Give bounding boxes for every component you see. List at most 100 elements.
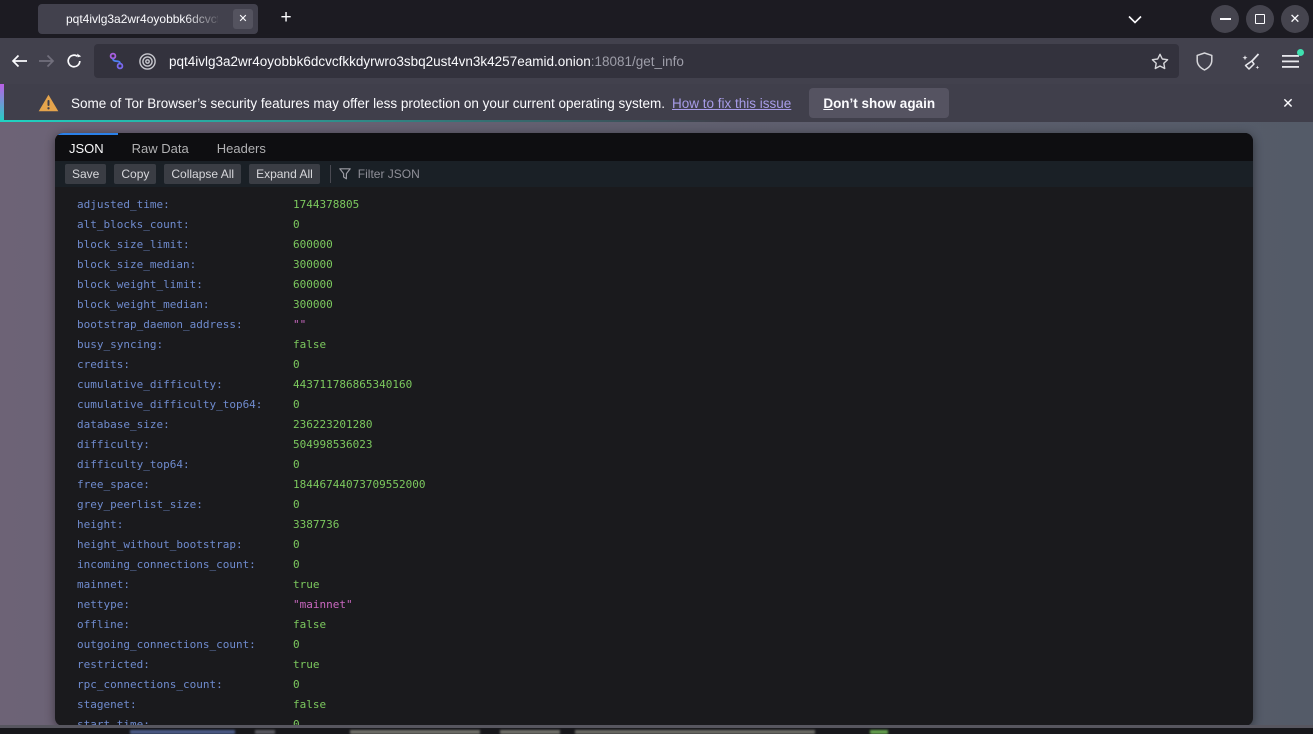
json-viewer-toolbar: Save Copy Collapse All Expand All xyxy=(55,161,1253,187)
json-value: 0 xyxy=(293,495,300,515)
json-value: "" xyxy=(293,315,306,335)
expand-all-button[interactable]: Expand All xyxy=(249,164,320,184)
json-row: incoming_connections_count:0 xyxy=(55,555,1253,575)
json-key: block_size_median: xyxy=(77,255,293,275)
json-key: outgoing_connections_count: xyxy=(77,635,293,655)
json-row: free_space:18446744073709552000 xyxy=(55,475,1253,495)
json-key: block_weight_limit: xyxy=(77,275,293,295)
forward-arrow-icon xyxy=(38,54,55,68)
json-row: restricted:true xyxy=(55,655,1253,675)
json-row: credits:0 xyxy=(55,355,1253,375)
json-row: database_size:236223201280 xyxy=(55,415,1253,435)
json-value: 0 xyxy=(293,455,300,475)
obscured-text-fragment xyxy=(575,730,815,734)
url-host: pqt4ivlg3a2wr4oyobbk6dcvcfkkdyrwro3sbq2u… xyxy=(169,54,591,69)
reload-button[interactable] xyxy=(63,45,86,77)
json-key: database_size: xyxy=(77,415,293,435)
json-row: block_weight_median:300000 xyxy=(55,295,1253,315)
json-row: mainnet:true xyxy=(55,575,1253,595)
update-available-dot xyxy=(1297,49,1304,56)
tab-raw-data[interactable]: Raw Data xyxy=(118,133,203,161)
minimize-button[interactable] xyxy=(1211,5,1239,33)
collapse-all-button[interactable]: Collapse All xyxy=(164,164,241,184)
url-port-path: :18081/get_info xyxy=(591,54,684,69)
json-row: bootstrap_daemon_address:"" xyxy=(55,315,1253,335)
json-value: 0 xyxy=(293,355,300,375)
hamburger-menu-icon xyxy=(1282,55,1299,68)
window-controls: ✕ xyxy=(1211,5,1309,33)
application-menu-button[interactable] xyxy=(1277,47,1305,75)
json-key: cumulative_difficulty_top64: xyxy=(77,395,293,415)
json-value: 0 xyxy=(293,675,300,695)
back-button[interactable] xyxy=(8,45,31,77)
url-bar[interactable]: pqt4ivlg3a2wr4oyobbk6dcvcfkkdyrwro3sbq2u… xyxy=(94,44,1179,78)
banner-close-button[interactable]: ✕ xyxy=(1275,90,1301,116)
json-key: alt_blocks_count: xyxy=(77,215,293,235)
new-tab-button[interactable]: + xyxy=(272,5,300,33)
json-value: false xyxy=(293,615,326,635)
dont-show-again-button[interactable]: Don’t show again xyxy=(809,88,949,118)
tab-title-fade xyxy=(184,4,230,34)
json-key: difficulty: xyxy=(77,435,293,455)
tab-close-icon[interactable]: ✕ xyxy=(233,9,253,29)
obscured-text-fragment xyxy=(870,730,888,734)
json-value: 236223201280 xyxy=(293,415,372,435)
json-row: block_size_limit:600000 xyxy=(55,235,1253,255)
banner-message: Some of Tor Browser’s security features … xyxy=(71,96,665,111)
browser-window: pqt4ivlg3a2wr4oyobbk6dcvcf ✕ + ✕ xyxy=(0,0,1313,734)
json-key: grey_peerlist_size: xyxy=(77,495,293,515)
json-row: rpc_connections_count:0 xyxy=(55,675,1253,695)
maximize-button[interactable] xyxy=(1246,5,1274,33)
json-row: height_without_bootstrap:0 xyxy=(55,535,1253,555)
bookmark-star-icon[interactable] xyxy=(1151,53,1169,70)
json-viewer-tabs: JSON Raw Data Headers xyxy=(55,133,1253,161)
json-row: offline:false xyxy=(55,615,1253,635)
minimize-icon xyxy=(1220,18,1231,20)
security-shield-button[interactable] xyxy=(1189,45,1221,77)
json-key: restricted: xyxy=(77,655,293,675)
how-to-fix-link[interactable]: How to fix this issue xyxy=(672,96,791,111)
json-key: offline: xyxy=(77,615,293,635)
list-all-tabs-button[interactable] xyxy=(1121,5,1149,33)
json-value: 300000 xyxy=(293,255,333,275)
obscured-text-fragment xyxy=(500,730,560,734)
json-row: adjusted_time:1744378805 xyxy=(55,195,1253,215)
json-row: block_weight_limit:600000 xyxy=(55,275,1253,295)
reload-icon xyxy=(66,53,82,69)
onion-site-icon xyxy=(138,52,157,71)
json-row: alt_blocks_count:0 xyxy=(55,215,1253,235)
forward-button[interactable] xyxy=(35,45,58,77)
save-button[interactable]: Save xyxy=(65,164,106,184)
json-value: 0 xyxy=(293,635,300,655)
json-row: grey_peerlist_size:0 xyxy=(55,495,1253,515)
json-row: height:3387736 xyxy=(55,515,1253,535)
new-identity-button[interactable] xyxy=(1235,45,1267,77)
json-viewer-panel: JSON Raw Data Headers Save Copy Collapse… xyxy=(55,133,1253,726)
json-key: stagenet: xyxy=(77,695,293,715)
json-value: 443711786865340160 xyxy=(293,375,412,395)
json-key: credits: xyxy=(77,355,293,375)
back-arrow-icon xyxy=(11,54,28,68)
copy-button[interactable]: Copy xyxy=(114,164,156,184)
close-window-button[interactable]: ✕ xyxy=(1281,5,1309,33)
obscured-text-fragment xyxy=(130,730,235,734)
filter-json-input[interactable] xyxy=(358,167,598,181)
url-text: pqt4ivlg3a2wr4oyobbk6dcvcfkkdyrwro3sbq2u… xyxy=(169,54,1151,69)
json-value: true xyxy=(293,575,320,595)
json-key: incoming_connections_count: xyxy=(77,555,293,575)
browser-tab[interactable]: pqt4ivlg3a2wr4oyobbk6dcvcf ✕ xyxy=(38,4,258,34)
json-value: 300000 xyxy=(293,295,333,315)
banner-accent-stripe xyxy=(0,84,4,122)
json-key: height: xyxy=(77,515,293,535)
json-value: 0 xyxy=(293,555,300,575)
json-value: 1744378805 xyxy=(293,195,359,215)
filter-box xyxy=(339,167,598,181)
tab-json[interactable]: JSON xyxy=(55,133,118,161)
json-value: 600000 xyxy=(293,235,333,255)
chevron-down-icon xyxy=(1128,15,1142,24)
json-value: false xyxy=(293,695,326,715)
json-row: outgoing_connections_count:0 xyxy=(55,635,1253,655)
warning-triangle-icon xyxy=(38,94,59,112)
json-key: rpc_connections_count: xyxy=(77,675,293,695)
tab-headers[interactable]: Headers xyxy=(203,133,280,161)
